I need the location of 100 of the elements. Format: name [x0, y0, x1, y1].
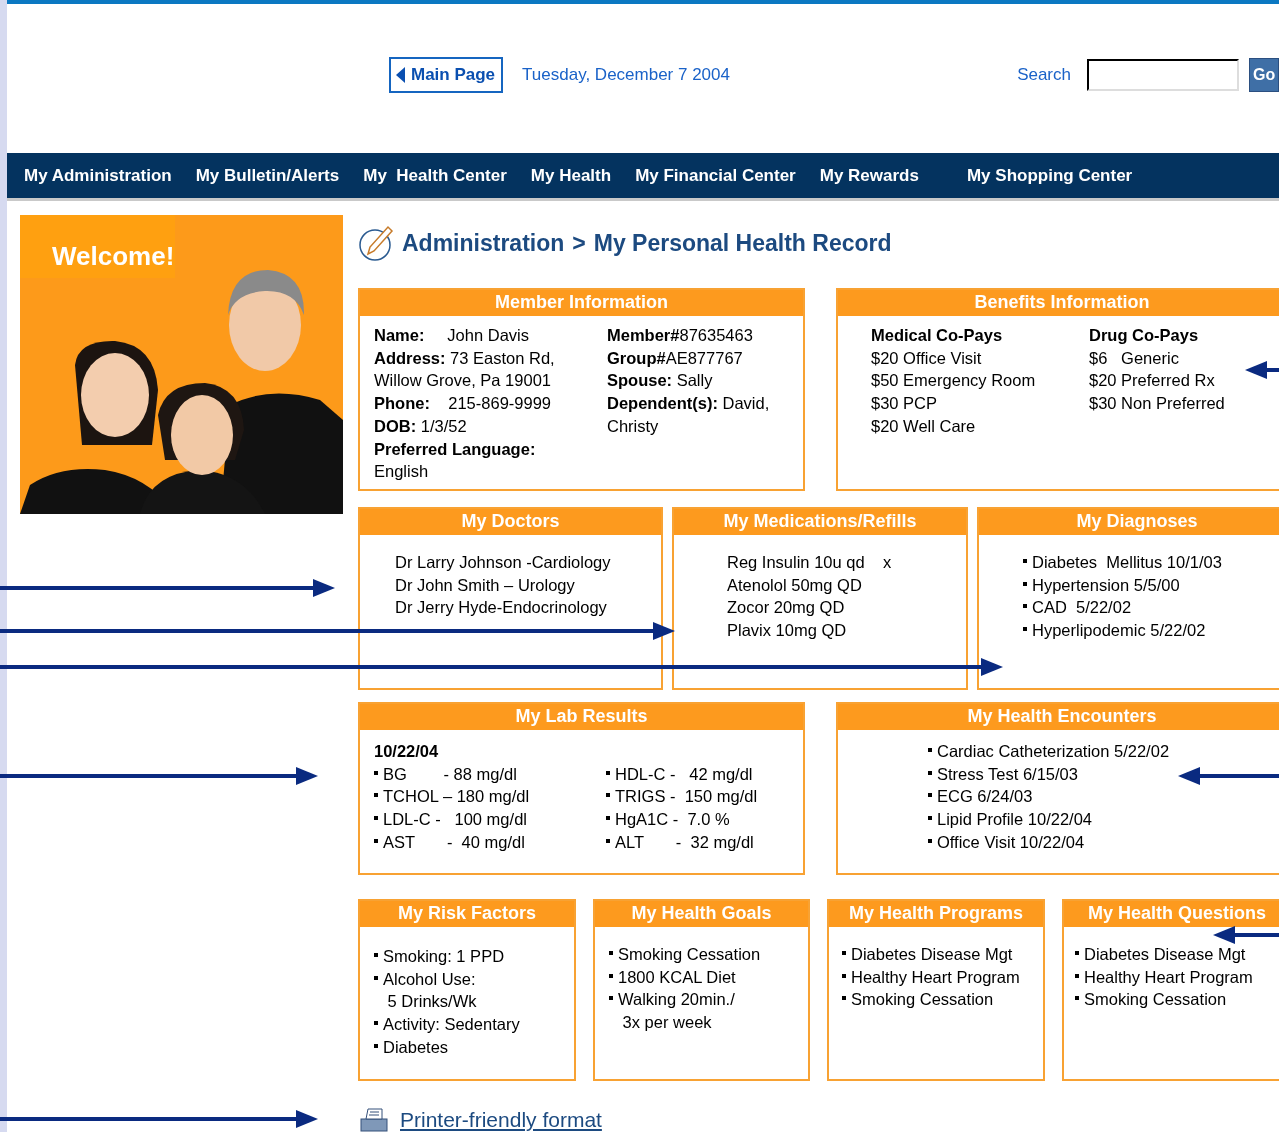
bullet-icon: [374, 793, 378, 798]
bullet-icon: [609, 973, 613, 978]
nav-item[interactable]: My Bulletin/Alerts: [195, 165, 340, 186]
welcome-title: Welcome!: [52, 241, 175, 272]
back-arrow-icon: [396, 66, 405, 83]
list-item: Hyperlipodemic 5/22/02: [1032, 620, 1206, 642]
bullet-icon: [374, 1043, 378, 1048]
list-item: Dr John Smith – Urology: [395, 574, 575, 596]
nav-item[interactable]: My Health Center: [363, 165, 507, 186]
info-line: $20 Well Care: [871, 415, 976, 437]
list-item: Diabetes Disease Mgt: [851, 944, 1013, 965]
list-item: Walking 20min./ 3x per week: [618, 989, 735, 1034]
bullet-icon: [1023, 581, 1027, 586]
info-line: $20 Office Visit: [871, 347, 982, 369]
list-item: Activity: Sedentary: [383, 1014, 520, 1036]
info-line: English: [374, 461, 429, 483]
list-item: HgA1C - 7.0 %: [615, 809, 730, 831]
page-title: My Personal Health Record: [593, 229, 892, 257]
list-item: 1800 KCAL Diet: [618, 966, 736, 988]
bullet-icon: [609, 996, 613, 1001]
info-line: $6 Generic: [1089, 347, 1179, 369]
info-line: Group#AE877767: [607, 347, 743, 369]
bullet-icon: [842, 996, 846, 1001]
list-item: Diabetes Mellitus 10/1/03: [1032, 552, 1222, 573]
info-line: $50 Emergency Room: [871, 370, 1036, 392]
bullet-icon: [1023, 627, 1027, 632]
go-button[interactable]: Go: [1249, 57, 1279, 92]
bullet-icon: [928, 816, 932, 821]
info-line: $30 PCP: [871, 393, 938, 415]
bullet-icon: [606, 793, 610, 798]
info-line: DOB: 1/3/52: [374, 415, 467, 437]
panel-header: My Doctors: [360, 509, 661, 535]
list-item: TCHOL – 180 mg/dl: [383, 786, 530, 808]
bullet-icon: [606, 816, 610, 821]
column-heading: Medical Co-Pays: [871, 325, 1003, 346]
bullet-icon: [1075, 973, 1079, 978]
list-item: ECG 6/24/03: [937, 786, 1033, 808]
list-item: Cardiac Catheterization 5/22/02: [937, 741, 1170, 762]
list-item: AST - 40 mg/dl: [383, 831, 525, 853]
list-item: Reg Insulin 10u qd x: [727, 552, 892, 573]
panel-header: My Lab Results: [360, 704, 803, 730]
panel-header: My Medications/Refills: [674, 509, 966, 535]
list-item: Healthy Heart Program: [851, 966, 1020, 988]
list-item: Alcohol Use: 5 Drinks/Wk: [383, 968, 477, 1013]
bullet-icon: [606, 838, 610, 843]
annotation-arrow: [1213, 926, 1279, 944]
list-item: Smoking Cessation: [1084, 989, 1227, 1011]
bullet-icon: [1023, 559, 1027, 563]
list-item: Zocor 20mg QD: [727, 597, 845, 619]
list-item: Diabetes: [383, 1036, 449, 1058]
list-item: Stress Test 6/15/03: [937, 763, 1078, 785]
list-item: Smoking Cessation: [851, 989, 994, 1011]
date-text: Tuesday, December 7 2004: [522, 64, 730, 85]
list-item: Healthy Heart Program: [1084, 966, 1253, 988]
breadcrumb-section[interactable]: Administration: [402, 229, 565, 257]
nav-item[interactable]: My Administration: [24, 165, 172, 186]
bullet-icon: [928, 838, 932, 843]
main-page-button[interactable]: Main Page: [389, 56, 504, 93]
info-line: Member#87635463: [607, 325, 753, 346]
list-item: CAD 5/22/02: [1032, 597, 1132, 619]
list-item: Plavix 10mg QD: [727, 620, 847, 642]
info-line: Dependent(s): David,: [607, 393, 770, 415]
bullet-icon: [374, 1021, 378, 1026]
panel-header: My Health Programs: [829, 901, 1043, 927]
printer-friendly-link[interactable]: Printer-friendly format: [400, 1108, 602, 1132]
info-line: Preferred Language:: [374, 438, 536, 460]
list-item: Dr Larry Johnson -Cardiology: [395, 552, 611, 573]
list-item: Lipid Profile 10/22/04: [937, 809, 1093, 831]
info-line: Address: 73 Easton Rd,: [374, 347, 555, 369]
bullet-icon: [842, 951, 846, 955]
list-item: Hypertension 5/5/00: [1032, 574, 1180, 596]
nav-item[interactable]: My Shopping Center: [966, 165, 1133, 186]
column-heading: Drug Co-Pays: [1089, 325, 1199, 346]
panel-header: Member Information: [360, 290, 803, 316]
annotation-arrow: [1245, 361, 1279, 379]
info-line: Name: John Davis: [374, 325, 529, 346]
list-item: Diabetes Disease Mgt: [1084, 944, 1246, 965]
bullet-icon: [374, 816, 378, 821]
panel-header: My Health Questions: [1064, 901, 1279, 927]
bullet-icon: [928, 793, 932, 798]
bullet-icon: [1075, 996, 1079, 1001]
date-heading: 10/22/04: [374, 741, 440, 762]
list-item: TRIGS - 150 mg/dl: [615, 786, 758, 808]
nav-item[interactable]: My Rewards: [819, 165, 919, 186]
panel-header: My Risk Factors: [360, 901, 574, 927]
list-item: HDL-C - 42 mg/dl: [615, 763, 753, 785]
list-item: Smoking: 1 PPD: [383, 946, 505, 967]
info-line: Willow Grove, Pa 19001: [374, 370, 551, 392]
bullet-icon: [609, 951, 613, 955]
bullet-icon: [374, 770, 378, 775]
bullet-icon: [374, 975, 378, 980]
pencil-icon: [358, 224, 394, 262]
list-item: Dr Jerry Hyde-Endocrinology: [395, 597, 607, 619]
nav-item[interactable]: My Financial Center: [635, 165, 796, 186]
bullet-icon: [928, 770, 932, 775]
breadcrumb-separator: >: [572, 229, 586, 257]
panel-header: My Health Encounters: [838, 704, 1279, 730]
bullet-icon: [374, 953, 378, 957]
nav-item[interactable]: My Health: [530, 165, 612, 186]
search-field[interactable]: [1087, 58, 1239, 91]
